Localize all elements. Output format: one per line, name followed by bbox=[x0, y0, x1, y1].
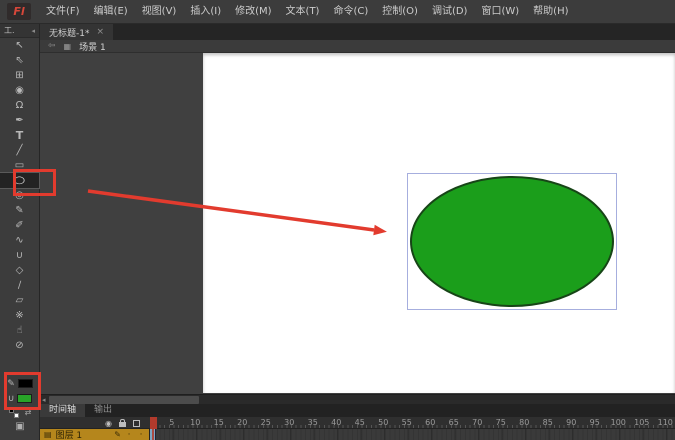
paint-bucket-tool[interactable]: ∪ bbox=[0, 248, 39, 263]
layer-page-icon: ▤ bbox=[44, 430, 52, 439]
swap-colors-icon[interactable]: ⇄ bbox=[25, 408, 32, 417]
bone-tool[interactable]: ∿ bbox=[0, 233, 39, 248]
menu-item[interactable]: 命令(C) bbox=[326, 0, 375, 24]
eraser-tool[interactable]: ▱ bbox=[0, 293, 39, 308]
line-tool[interactable]: ╱ bbox=[0, 143, 39, 158]
green-ellipse-shape[interactable] bbox=[410, 176, 614, 307]
menu-item[interactable]: 修改(M) bbox=[228, 0, 278, 24]
menu-bar: Fl 文件(F)编辑(E)视图(V)插入(I)修改(M)文本(T)命令(C)控制… bbox=[0, 0, 675, 24]
frame-grid[interactable] bbox=[150, 429, 675, 440]
flash-app-window: Fl 文件(F)编辑(E)视图(V)插入(I)修改(M)文本(T)命令(C)控制… bbox=[0, 0, 675, 440]
selection-tool[interactable]: ↖ bbox=[0, 38, 39, 53]
tool-list: ↖⇖⊞◉Ω✒T╱▭○◎✎✐∿∪◇∕▱※☝⊘ bbox=[0, 38, 39, 353]
stroke-pencil-icon: ✎ bbox=[7, 379, 15, 389]
outline-layers-icon[interactable] bbox=[133, 420, 140, 427]
subselection-tool[interactable]: ⇖ bbox=[0, 53, 39, 68]
zoom-tool[interactable]: ⊘ bbox=[0, 338, 39, 353]
color-utility-row: ⇄ bbox=[0, 406, 40, 419]
brush-tool[interactable]: ✐ bbox=[0, 218, 39, 233]
edit-bar: ⇦ ▦ 场景 1 bbox=[40, 40, 675, 53]
default-colors-icon[interactable] bbox=[9, 408, 19, 418]
spray-brush-tool[interactable]: ※ bbox=[0, 308, 39, 323]
layer-edit-pencil-icon: ✎ bbox=[114, 430, 121, 439]
scrollbar-thumb[interactable] bbox=[49, 396, 199, 404]
document-title: 无标题-1* bbox=[49, 26, 89, 39]
ruler-tick-marks bbox=[150, 425, 675, 428]
fill-color-swatch[interactable] bbox=[17, 394, 32, 403]
tools-panel: 工. ◂ ↖⇖⊞◉Ω✒T╱▭○◎✎✐∿∪◇∕▱※☝⊘ ✎ ∪ ⇄ ▣ bbox=[0, 24, 40, 440]
menu-items: 文件(F)编辑(E)视图(V)插入(I)修改(M)文本(T)命令(C)控制(O)… bbox=[39, 0, 576, 24]
ellipse-selection-bbox[interactable] bbox=[407, 173, 617, 310]
document-tab-strip: 无标题-1* × bbox=[40, 24, 675, 40]
stage-canvas[interactable] bbox=[203, 53, 675, 393]
lasso-tool[interactable]: Ω bbox=[0, 98, 39, 113]
tools-panel-header: 工. ◂ bbox=[0, 24, 39, 38]
pen-tool[interactable]: ✒ bbox=[0, 113, 39, 128]
layer-name[interactable]: 图层 1 bbox=[56, 428, 111, 440]
color-section: ✎ ∪ ⇄ ▣ bbox=[0, 376, 40, 433]
deco-tool[interactable]: ◎ bbox=[0, 188, 39, 203]
collapse-panel-icon[interactable]: ◂ bbox=[31, 27, 35, 35]
timeline-header: ◉ 51015202530354045505560657075808590951… bbox=[40, 417, 675, 429]
eyedropper-tool[interactable]: ∕ bbox=[0, 278, 39, 293]
snap-row: ▣ bbox=[0, 419, 40, 433]
tab-output[interactable]: 输出 bbox=[85, 404, 121, 417]
horizontal-scrollbar[interactable]: ◂ bbox=[40, 394, 675, 404]
pencil-tool[interactable]: ✎ bbox=[0, 203, 39, 218]
tab-timeline[interactable]: 时间轴 bbox=[40, 404, 85, 417]
stroke-color-swatch[interactable] bbox=[18, 379, 33, 388]
layer-visibility-toggle[interactable]: · bbox=[125, 430, 133, 440]
menu-item[interactable]: 文本(T) bbox=[279, 0, 327, 24]
playhead-marker[interactable] bbox=[150, 417, 157, 429]
scene-clapperboard-icon: ▦ bbox=[64, 42, 72, 51]
menu-item[interactable]: 控制(O) bbox=[375, 0, 425, 24]
app-logo: Fl bbox=[7, 3, 31, 20]
layer-row[interactable]: ▤ 图层 1 ✎ · · bbox=[40, 429, 150, 440]
free-transform-tool[interactable]: ⊞ bbox=[0, 68, 39, 83]
stroke-color-control[interactable]: ✎ bbox=[0, 376, 40, 391]
back-arrow-icon[interactable]: ⇦ bbox=[48, 41, 56, 51]
playhead-line bbox=[152, 429, 154, 440]
document-tab[interactable]: 无标题-1* × bbox=[40, 24, 113, 40]
rectangle-tool[interactable]: ▭ bbox=[0, 158, 39, 173]
timeline-tabs: 时间轴输出 bbox=[40, 404, 675, 417]
text-tool[interactable]: T bbox=[0, 128, 39, 143]
menu-item[interactable]: 窗口(W) bbox=[474, 0, 526, 24]
fill-bucket-icon: ∪ bbox=[8, 394, 15, 404]
menu-item[interactable]: 编辑(E) bbox=[87, 0, 135, 24]
scene-label[interactable]: 场景 1 bbox=[79, 40, 106, 53]
menu-item[interactable]: 插入(I) bbox=[183, 0, 228, 24]
tools-panel-title: 工. bbox=[4, 25, 15, 36]
lock-layers-icon[interactable] bbox=[119, 422, 126, 427]
ink-bottle-tool[interactable]: ◇ bbox=[0, 263, 39, 278]
layer-lock-toggle[interactable]: · bbox=[137, 430, 145, 440]
close-icon[interactable]: × bbox=[96, 27, 104, 37]
fill-color-control[interactable]: ∪ bbox=[0, 391, 40, 406]
menu-item[interactable]: 调试(D) bbox=[425, 0, 475, 24]
hand-tool[interactable]: ☝ bbox=[0, 323, 39, 338]
oval-tool[interactable]: ○ bbox=[0, 173, 39, 188]
snap-to-objects-icon[interactable]: ▣ bbox=[15, 421, 24, 432]
3d-rotation-tool[interactable]: ◉ bbox=[0, 83, 39, 98]
menu-item[interactable]: 视图(V) bbox=[135, 0, 184, 24]
show-hide-layers-icon[interactable]: ◉ bbox=[105, 419, 112, 428]
menu-item[interactable]: 文件(F) bbox=[39, 0, 87, 24]
timeline-panel: 时间轴输出 ◉ 51015202530354045505560657075808… bbox=[40, 404, 675, 440]
stage-viewport bbox=[40, 53, 675, 394]
menu-item[interactable]: 帮助(H) bbox=[526, 0, 575, 24]
